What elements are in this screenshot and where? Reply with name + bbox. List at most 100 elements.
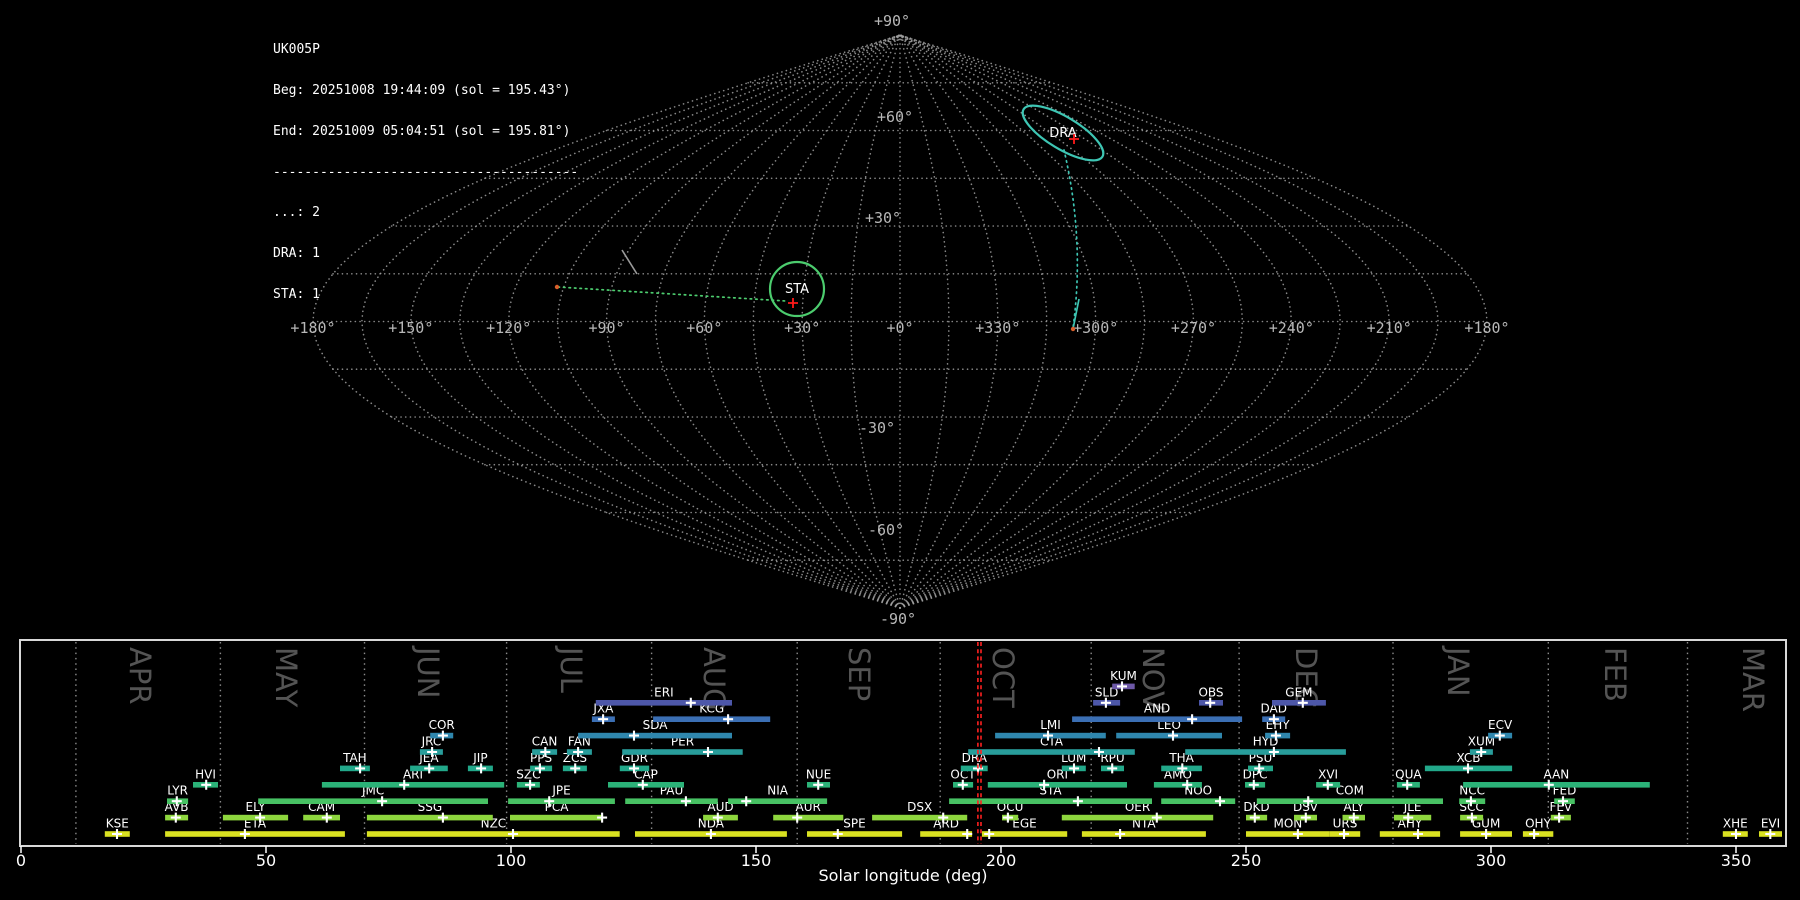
month-label-may: MAY [269, 647, 303, 708]
shower-peak-and [1187, 714, 1198, 725]
shower-bar-kcg [653, 716, 771, 722]
shower-peak-per [703, 747, 713, 757]
shower-bar-tah [340, 765, 370, 772]
shower-label-hvi: HVI [195, 767, 216, 781]
shower-peak-eri [685, 697, 696, 708]
shower-peak-ard [962, 829, 973, 839]
shower-bar-aan [1463, 782, 1650, 788]
shower-bar-sda [578, 732, 732, 739]
count-dra: DRA: 1 [273, 246, 320, 262]
shower-label-jip: JIP [472, 751, 487, 765]
shower-label-lyr: LYR [167, 784, 188, 798]
month-label-feb: FEB [1598, 647, 1632, 702]
shower-bar-hyd [1185, 749, 1346, 755]
shower-label-lmi: LMI [1040, 718, 1061, 732]
shower-peak-kse [112, 829, 122, 839]
month-label-jun: JUN [411, 645, 445, 698]
shower-label-aan: AAN [1544, 767, 1570, 781]
shower-peak-evi [1765, 829, 1776, 839]
shower-bar-cta [968, 749, 1135, 755]
shower-bar-and [1072, 716, 1243, 722]
separator: --------------------------------------- [273, 164, 579, 180]
end-time: End: 20251009 05:04:51 (sol = 195.81°) [273, 123, 571, 139]
shower-peak-spe [832, 829, 843, 839]
shower-peak-mon [1292, 829, 1303, 839]
shower-bar-pca [510, 814, 604, 821]
month-label-apr: APR [123, 647, 157, 704]
shower-label-obs: OBS [1198, 685, 1223, 699]
shower-bar-ahy [1379, 831, 1441, 837]
shower-label-spe: SPE [843, 817, 865, 831]
shower-label-and: AND [1144, 702, 1170, 716]
shower-bar-sta [949, 798, 1152, 804]
shower-label-jpe: JPE [551, 784, 570, 798]
shower-label-dsx: DSX [907, 800, 932, 814]
shower-bar-oer [1061, 814, 1214, 821]
shower-peak-nda [705, 829, 716, 839]
shower-bar-eri [595, 700, 732, 706]
month-label-oct: OCT [986, 647, 1020, 708]
shower-bar-nzc [366, 831, 620, 837]
shower-label-qua: QUA [1395, 767, 1422, 781]
shower-peak-kcg [723, 714, 734, 725]
shower-peak-sta [1072, 796, 1083, 807]
shower-peak-nzc [508, 829, 518, 839]
shower-bar-spe [807, 831, 903, 837]
shower-label-gem: GEM [1285, 685, 1312, 699]
shower-label-eri: ERI [654, 685, 673, 699]
shower-bar-jpe [508, 798, 615, 804]
axis-tick-label: 300 [1476, 851, 1507, 870]
shower-peak-pca [597, 812, 608, 823]
begin-time: Beg: 20251008 19:44:09 (sol = 195.43°) [273, 82, 571, 98]
shower-bar-eta [165, 831, 345, 837]
shower-peak-ege [984, 829, 995, 839]
shower-bar-amo [1153, 782, 1202, 788]
shower-label-can: CAN [532, 735, 558, 749]
shower-bar-ori [987, 782, 1127, 788]
shower-bar-aur [773, 814, 844, 821]
shower-peak-urs [1339, 829, 1349, 839]
month-label-jul: JUL [554, 645, 588, 693]
axis-tick-label: 50 [256, 851, 276, 870]
shower-label-nue: NUE [806, 767, 831, 781]
shower-label-nia: NIA [767, 784, 789, 798]
axis-tick-label: 150 [741, 851, 772, 870]
shower-label-ohy: OHY [1525, 817, 1551, 831]
meteor-analysis-window: +180° +150° +120° +90° +60° +30° +0° +330° +300°… [0, 0, 1800, 900]
count-sta: STA: 1 [273, 286, 320, 302]
x-axis-title: Solar longitude (deg) [819, 866, 988, 885]
axis-tick-label: 250 [1231, 851, 1262, 870]
shower-label-xhe: XHE [1723, 817, 1748, 831]
shower-bar-nta [1081, 831, 1206, 837]
shower-label-kse: KSE [106, 817, 129, 831]
shower-bar-ssg [366, 814, 493, 821]
shower-peak-ahy [1413, 829, 1423, 839]
shower-label-cor: COR [429, 718, 455, 732]
month-label-jan: JAN [1441, 645, 1475, 697]
station-code: UK005P [273, 42, 320, 58]
shower-label-kum: KUM [1110, 669, 1137, 683]
shower-bar-dsx [872, 814, 968, 821]
shower-peak-xhe [1731, 829, 1741, 839]
shower-peak-gum [1481, 829, 1492, 839]
info-panel: UK005P Beg: 20251008 19:44:09 (sol = 195… [273, 16, 578, 329]
axis-tick-label: 100 [496, 851, 527, 870]
shower-peak-nia [741, 796, 752, 807]
shower-bar-com [1256, 798, 1443, 804]
shower-peak-noo [1215, 796, 1225, 807]
activity-timeline: APR MAY JUN JUL AUG SEP OCT NOV DEC JAN FEB MARKSE E… [16, 639, 1787, 885]
shower-label-tah: TAH [342, 751, 367, 765]
shower-bar-pau [625, 798, 718, 804]
shower-peak-nta [1115, 829, 1126, 839]
axis-tick-label: 350 [1721, 851, 1752, 870]
shower-bar-ari [321, 782, 505, 788]
shower-label-ecv: ECV [1488, 718, 1513, 732]
count-sporadic: ...: 2 [273, 205, 320, 221]
shower-bar-per [622, 749, 743, 755]
shower-label-xvi: XVI [1318, 767, 1338, 781]
shower-bar-mon [1246, 831, 1330, 837]
shower-peak-eta [239, 829, 250, 839]
shower-label-evi: EVI [1761, 817, 1780, 831]
shower-bar-ege [981, 831, 1068, 837]
shower-peak-ohy [1529, 829, 1540, 839]
